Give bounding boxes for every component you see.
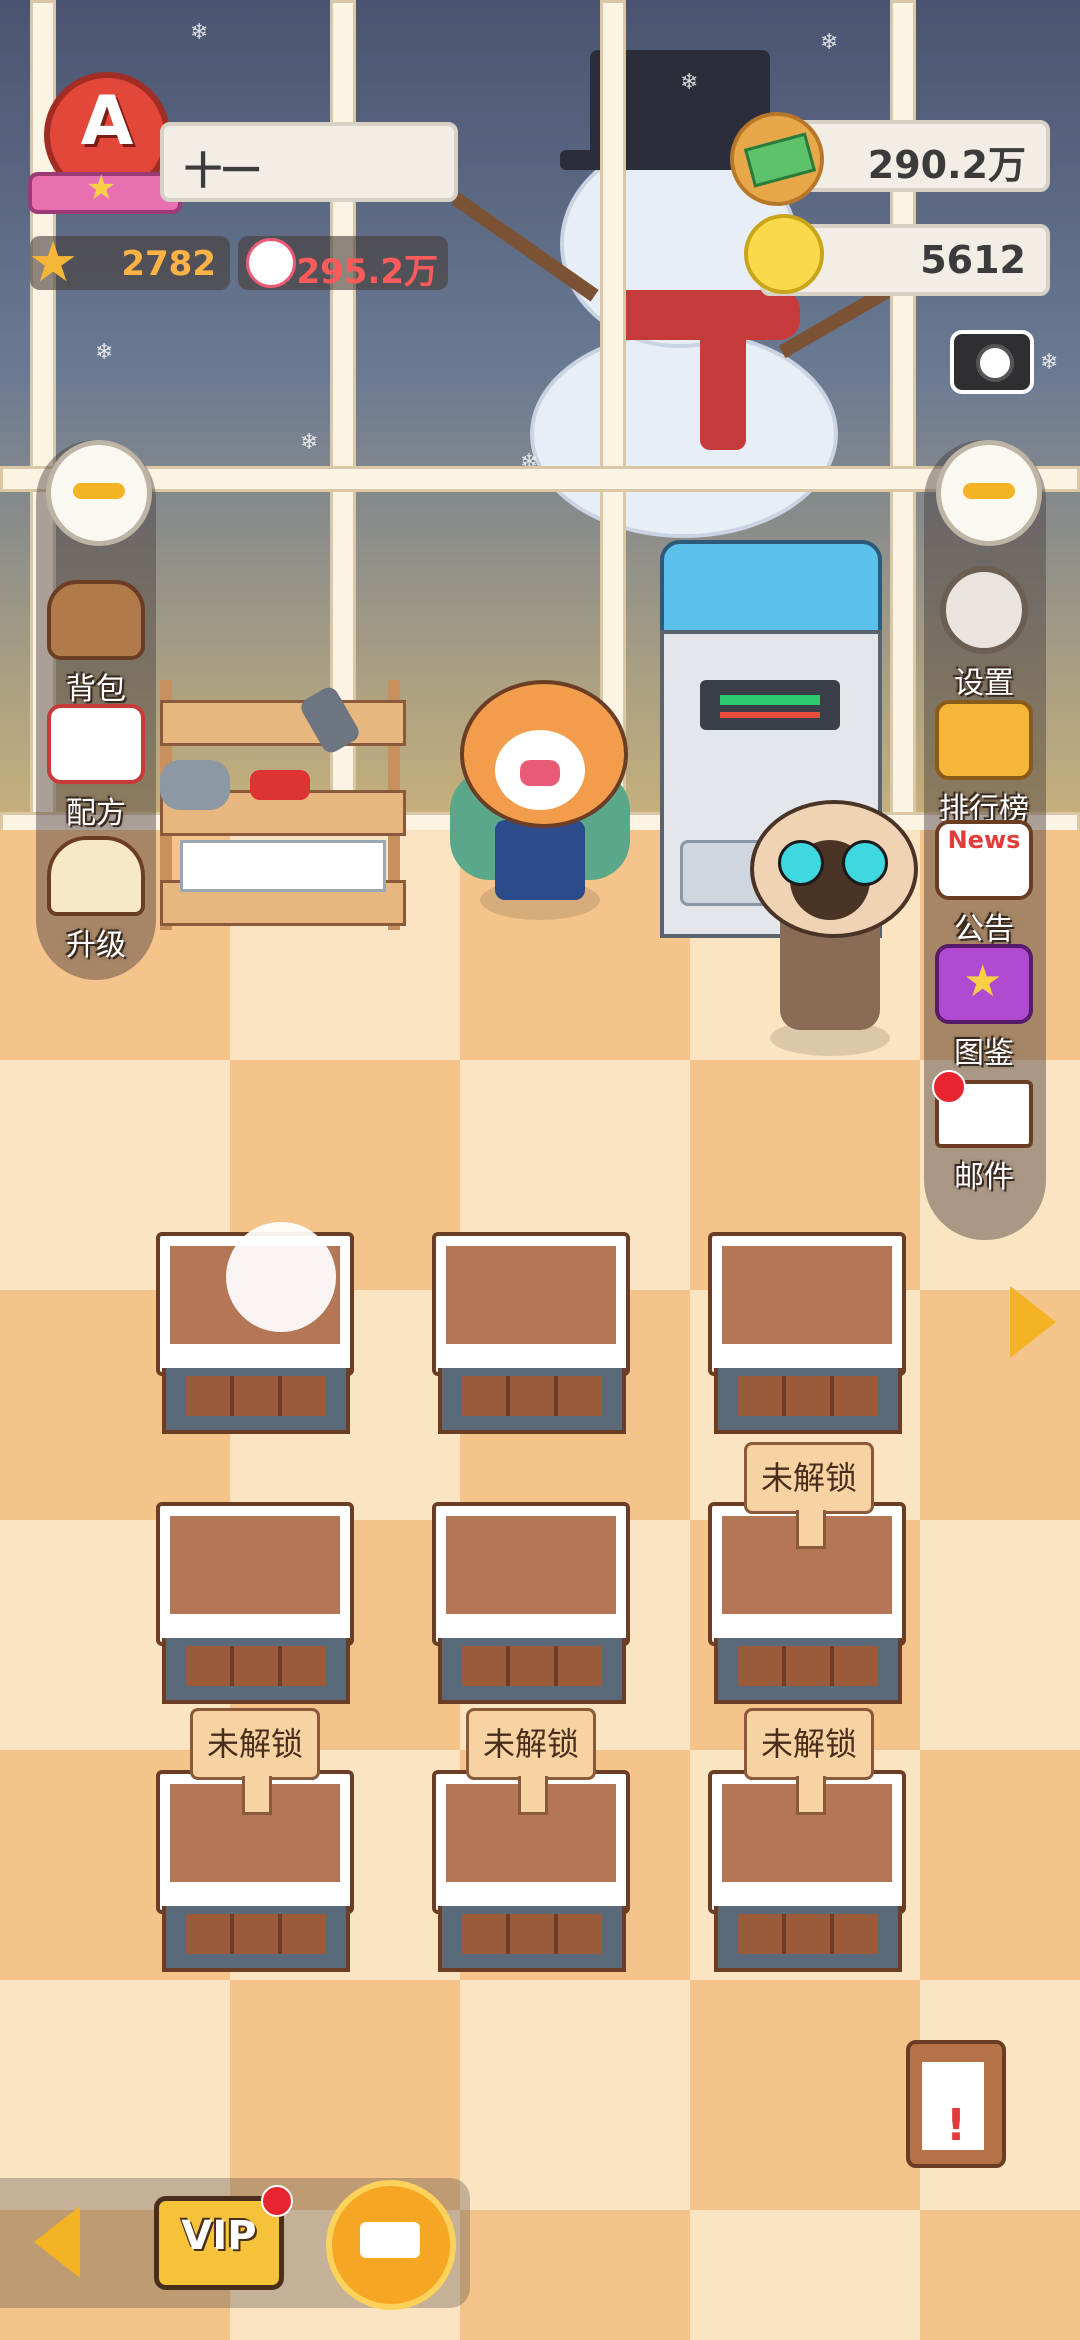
locked-label: 未解锁 bbox=[466, 1708, 596, 1780]
ideas-value: 5612 bbox=[920, 238, 1026, 282]
snowman-body bbox=[530, 330, 838, 538]
shop-cart-button[interactable] bbox=[326, 2180, 456, 2310]
camera-icon bbox=[976, 344, 1014, 382]
backpack-icon bbox=[47, 580, 145, 660]
vip-button[interactable]: VIP bbox=[154, 2185, 293, 2290]
collection-label: 图鉴 bbox=[954, 1036, 1014, 1071]
settings-label: 设置 bbox=[954, 666, 1014, 701]
steam-puff bbox=[226, 1222, 336, 1332]
lightbulb-icon bbox=[744, 214, 824, 294]
shiba-character[interactable] bbox=[440, 670, 640, 960]
locked-sign[interactable]: 未解锁 bbox=[744, 1442, 874, 1549]
locked-sign[interactable]: 未解锁 bbox=[190, 1708, 320, 1815]
player-name-box[interactable]: 十一 bbox=[160, 122, 458, 202]
mail-label: 邮件 bbox=[954, 1160, 1014, 1195]
table-slot[interactable] bbox=[156, 1222, 354, 1442]
rank-letter: A bbox=[80, 82, 134, 161]
upgrade-label: 升级 bbox=[66, 928, 126, 963]
left-menu-collapse-button[interactable] bbox=[46, 440, 152, 546]
alert-icon: ! bbox=[946, 2100, 967, 2151]
rank-badge[interactable]: A ★ bbox=[28, 72, 182, 222]
backpack-label: 背包 bbox=[66, 672, 126, 707]
announcement-label: 公告 bbox=[954, 912, 1014, 947]
task-clipboard-button[interactable]: ! bbox=[906, 2040, 1006, 2168]
upgrade-button[interactable]: 升级 bbox=[36, 836, 156, 964]
notification-dot bbox=[932, 1070, 966, 1104]
money-value: 290.2万 bbox=[867, 143, 1026, 187]
recipe-book-icon bbox=[47, 704, 145, 784]
snowman-scarf-tail bbox=[700, 300, 746, 450]
news-badge-text: News bbox=[947, 826, 1021, 854]
announcement-button[interactable]: News 公告 bbox=[924, 820, 1044, 948]
right-menu-collapse-button[interactable] bbox=[936, 440, 1042, 546]
player-name: 十一 bbox=[184, 149, 261, 193]
next-area-arrow-button[interactable] bbox=[1010, 1286, 1056, 1358]
recipe-label: 配方 bbox=[66, 796, 126, 831]
notification-dot bbox=[261, 2185, 293, 2217]
star-book-icon: ★ bbox=[935, 944, 1033, 1024]
rank-star-icon: ★ bbox=[86, 168, 117, 208]
fans-value: 295.2万 bbox=[296, 252, 438, 292]
table-slot[interactable] bbox=[432, 1502, 630, 1712]
locked-label: 未解锁 bbox=[744, 1708, 874, 1780]
mail-button[interactable]: 邮件 bbox=[924, 1070, 1044, 1196]
window-frame bbox=[0, 466, 1080, 492]
leaderboard-button[interactable]: 排行榜 bbox=[924, 700, 1044, 828]
back-arrow-button[interactable] bbox=[34, 2206, 80, 2278]
stars-value: 2782 bbox=[121, 244, 216, 284]
stars-counter: ★ 2782 bbox=[28, 230, 230, 295]
paper-bags bbox=[180, 840, 386, 892]
table-slot[interactable] bbox=[156, 1502, 354, 1712]
settings-button[interactable]: 设置 bbox=[924, 566, 1044, 702]
news-icon: News bbox=[935, 820, 1033, 900]
recipe-button[interactable]: 配方 bbox=[36, 704, 156, 832]
table-slot[interactable] bbox=[432, 1232, 630, 1442]
podium-icon bbox=[935, 700, 1033, 780]
backpack-button[interactable]: 背包 bbox=[36, 580, 156, 708]
fan-angel-icon bbox=[246, 238, 296, 288]
vip-label: VIP bbox=[181, 2213, 257, 2259]
locked-sign[interactable]: 未解锁 bbox=[466, 1708, 596, 1815]
pruning-shears-icon bbox=[250, 770, 310, 800]
upgrade-icon bbox=[47, 836, 145, 916]
locked-label: 未解锁 bbox=[744, 1442, 874, 1514]
table-slot[interactable] bbox=[708, 1232, 906, 1442]
locked-sign[interactable]: 未解锁 bbox=[744, 1708, 874, 1815]
watering-can-icon bbox=[160, 760, 230, 810]
locked-label: 未解锁 bbox=[190, 1708, 320, 1780]
siamese-cat-character[interactable] bbox=[750, 760, 918, 1060]
camera-button[interactable] bbox=[950, 330, 1034, 394]
star-icon: ★ bbox=[28, 230, 79, 295]
tool-shelf bbox=[160, 680, 406, 930]
gear-icon bbox=[940, 566, 1028, 654]
money-coin-icon bbox=[730, 112, 824, 206]
collection-button[interactable]: ★ 图鉴 bbox=[924, 944, 1044, 1072]
fans-counter: 295.2万 bbox=[238, 236, 448, 292]
cart-icon bbox=[360, 2222, 420, 2258]
